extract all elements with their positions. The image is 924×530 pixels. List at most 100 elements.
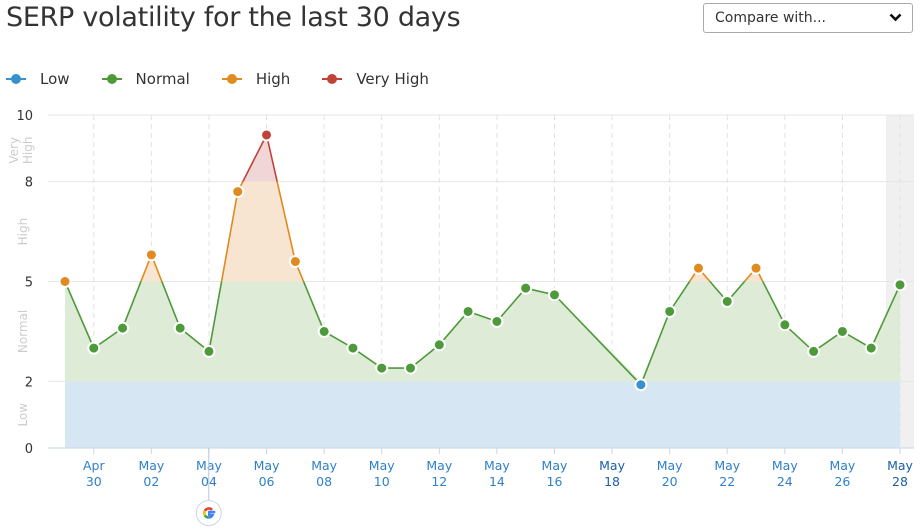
chevron-down-icon	[889, 13, 902, 22]
x-tick-month: May	[254, 458, 280, 473]
y-band-label: Normal	[16, 310, 30, 353]
data-point	[634, 378, 648, 392]
x-tick-day: 06	[259, 474, 275, 489]
data-point	[893, 278, 907, 292]
legend-marker-very-high	[322, 74, 343, 84]
legend-item-high[interactable]: High	[221, 70, 291, 88]
x-tick-label: May 04	[196, 458, 222, 489]
data-point	[58, 275, 72, 288]
x-tick-label: May 16	[542, 458, 568, 489]
data-point	[778, 318, 792, 332]
y-tick-label: 0	[25, 442, 33, 457]
x-tick-day: 26	[834, 474, 850, 489]
data-point	[144, 248, 158, 262]
x-tick-month: May	[772, 458, 798, 473]
x-tick-label: May 12	[426, 458, 452, 489]
legend-item-low[interactable]: Low	[6, 70, 70, 88]
google-g-yellow	[202, 510, 207, 516]
x-tick-label: May 20	[657, 458, 683, 489]
x-tick-label: May 26	[829, 458, 855, 489]
x-tick-day: 30	[86, 474, 102, 489]
x-tick-label: May 02	[138, 458, 164, 489]
legend-item-normal[interactable]: Normal	[101, 70, 190, 88]
x-tick-month: May	[484, 458, 510, 473]
x-tick-month: May	[829, 458, 855, 473]
y-band-label: Low	[16, 403, 30, 427]
legend-marker-low	[6, 74, 26, 84]
legend-label: Low	[40, 70, 70, 88]
page-title: SERP volatility for the last 30 days	[6, 2, 461, 33]
x-tick-label: May 10	[369, 458, 395, 489]
x-tick-month: May	[599, 458, 625, 473]
x-tick-month: Apr	[83, 458, 105, 473]
x-tick-day: 16	[547, 474, 563, 489]
y-tick-label: 8	[25, 176, 33, 191]
x-tick-label: Apr 30	[83, 458, 105, 489]
x-tick-label: May 06	[254, 458, 280, 489]
x-tick-month: May	[887, 458, 913, 473]
x-tick-day: 18	[604, 474, 620, 489]
y-tick-label: 10	[16, 109, 33, 124]
data-point	[749, 261, 763, 275]
x-tick-month: May	[657, 458, 683, 473]
data-point	[317, 324, 331, 338]
data-point	[116, 321, 130, 335]
x-tick-day: 24	[777, 474, 793, 489]
data-point	[835, 324, 849, 338]
x-tick-label: May 08	[311, 458, 337, 489]
x-tick-month: May	[311, 458, 337, 473]
data-point	[691, 261, 705, 275]
x-tick-label: May 14	[484, 458, 510, 489]
data-point	[490, 314, 504, 328]
legend-label: Normal	[135, 70, 190, 88]
data-point	[260, 128, 274, 142]
y-band-label: High	[16, 218, 30, 246]
x-tick-day: 14	[489, 474, 505, 489]
data-point	[720, 294, 734, 308]
data-point	[864, 341, 878, 355]
y-band-label: VeryHigh	[7, 137, 35, 165]
google-icon[interactable]	[195, 500, 222, 526]
y-band-label-line: High	[21, 137, 35, 165]
legend-item-very-high[interactable]: Very High	[322, 70, 429, 88]
data-point	[375, 361, 389, 375]
x-tick-day: 08	[316, 474, 332, 489]
y-tick-label: 5	[25, 276, 33, 291]
data-point	[807, 344, 821, 358]
x-tick-month: May	[196, 458, 222, 473]
x-tick-label: May 24	[772, 458, 798, 489]
legend-label: High	[255, 70, 291, 88]
data-point	[547, 288, 561, 302]
x-tick-day: 22	[719, 474, 735, 489]
x-tick-month: May	[714, 458, 740, 473]
compare-with-select[interactable]: Compare with...	[703, 3, 913, 33]
x-tick-label: May 18	[599, 458, 625, 489]
x-tick-month: May	[138, 458, 164, 473]
data-point	[87, 341, 101, 355]
legend-label: Very High	[356, 70, 429, 88]
data-point	[346, 341, 360, 355]
band-low-fill	[65, 381, 900, 448]
data-point	[231, 185, 245, 199]
compare-select-value: Compare with...	[715, 10, 827, 26]
x-tick-month: May	[426, 458, 452, 473]
data-point	[202, 344, 216, 358]
x-tick-day: 28	[892, 474, 908, 489]
x-tick-day: 10	[374, 474, 390, 489]
data-point	[404, 361, 418, 375]
x-tick-month: May	[369, 458, 395, 473]
area-normal	[65, 281, 900, 382]
y-band-label-line: Very	[7, 137, 21, 164]
x-tick-day: 02	[143, 474, 159, 489]
data-point	[519, 281, 533, 295]
data-point	[663, 304, 677, 318]
data-point	[432, 338, 446, 352]
legend-marker-high	[221, 74, 242, 84]
x-tick-label: May 28	[887, 458, 913, 489]
y-tick-label: 2	[25, 375, 33, 390]
volatility-chart: 025810LowNormalHighVeryHighApr 30May 02May…	[7, 109, 914, 526]
data-point	[461, 304, 475, 318]
data-point	[173, 321, 187, 335]
x-tick-day: 20	[662, 474, 678, 489]
legend-marker-normal	[101, 74, 122, 84]
